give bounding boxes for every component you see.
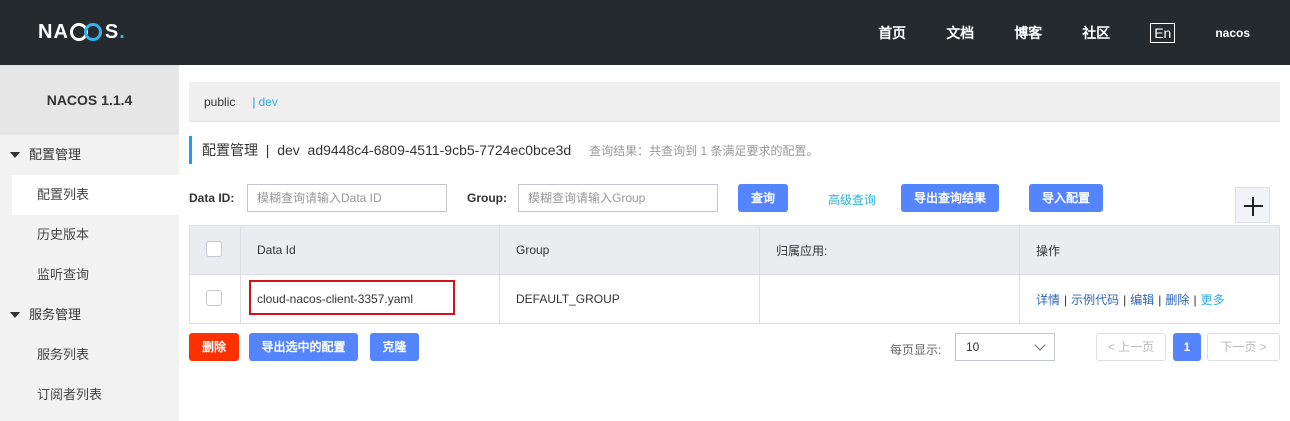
clone-button[interactable]: 克隆 [370,333,419,361]
sidebar-item-listener-query[interactable]: 监听查询 [0,255,179,295]
page-title-row: 配置管理 | dev ad9448c4-6809-4511-9cb5-7724e… [189,136,819,164]
cell-group: DEFAULT_GROUP [499,274,760,324]
sidebar-group-config[interactable]: 配置管理 [0,135,179,175]
import-config-button[interactable]: 导入配置 [1029,184,1104,212]
prev-page-button[interactable]: < 上一页 [1096,333,1166,361]
page-1-button[interactable]: 1 [1173,333,1201,361]
page-title: 配置管理 | dev ad9448c4-6809-4511-9cb5-7724e… [202,142,572,158]
delete-link[interactable]: 删除 [1165,293,1189,307]
dataid-label: Data ID: [189,191,235,205]
nav-blog[interactable]: 博客 [1014,23,1042,43]
nacos-logo[interactable]: NA S. [38,19,126,45]
sidebar-item-subscribers[interactable]: 订阅者列表 [0,375,179,415]
sidebar-group-label: 配置管理 [29,147,82,162]
nav-docs[interactable]: 文档 [946,23,974,43]
select-all-cell [189,225,241,275]
group-input[interactable]: 模糊查询请输入Group [518,184,718,212]
page-size-label: 每页显示: [890,343,942,357]
sidebar-item-history[interactable]: 历史版本 [0,215,179,255]
filter-bar: Data ID: 模糊查询请输入Data ID Group: 模糊查询请输入Gr… [189,183,1284,223]
caret-down-icon [10,312,20,318]
language-switch[interactable]: En [1150,22,1176,43]
page-size-value: 10 [966,340,980,354]
chevron-down-icon [1034,339,1046,351]
select-all-checkbox[interactable] [206,240,222,257]
advanced-query-link[interactable]: 高级查询 [828,191,876,208]
top-bar: NA S. 首页 文档 博客 社区 En nacos [0,0,1290,65]
sidebar-group-service[interactable]: 服务管理 [0,295,179,335]
sample-code-link[interactable]: 示例代码 [1071,293,1119,307]
table-header-row: Data Id Group 归属应用: 操作 [189,225,1280,275]
details-link[interactable]: 详情 [1036,293,1060,307]
cell-actions: 详情 | 示例代码 | 编辑 | 删除 | 更多 [1019,274,1280,324]
group-label: Group: [467,191,507,205]
row-checkbox[interactable] [206,289,222,306]
export-result-button[interactable]: 导出查询结果 [901,184,1000,212]
namespace-separator: | [252,94,256,109]
prev-page-label: 上一页 [1118,340,1155,354]
version-label: NACOS 1.1.4 [0,65,179,135]
col-app: 归属应用: [759,225,1020,275]
add-config-plus-icon[interactable] [1235,187,1270,223]
next-page-label: 下一页 [1220,340,1257,354]
caret-down-icon [10,152,20,158]
nav-community[interactable]: 社区 [1082,23,1110,43]
cell-app [759,274,1020,324]
namespace-public[interactable]: public [204,95,235,109]
bottom-bar: 删除 导出选中的配置 克隆 每页显示: 10 < 上一页 1 下一页 > [189,333,1284,361]
search-button[interactable]: 查询 [738,184,789,212]
query-result-text: 查询结果：共查询到 1 条满足要求的配置。 [589,143,819,158]
user-name[interactable]: nacos [1215,26,1250,40]
chevron-left-icon: < [1107,340,1119,354]
col-group: Group [499,225,760,275]
row-select-cell [189,274,241,324]
delete-button[interactable]: 删除 [189,333,239,361]
page-size-select[interactable]: 10 [955,333,1055,361]
nav-home[interactable]: 首页 [878,23,906,43]
namespace-bar: public | dev [189,82,1280,122]
sidebar: NACOS 1.1.4 配置管理 配置列表 历史版本 监听查询 服务管理 服务列… [0,65,179,421]
export-selected-button[interactable]: 导出选中的配置 [249,333,358,361]
more-link[interactable]: 更多 [1201,293,1225,307]
sidebar-item-config-list[interactable]: 配置列表 [12,175,179,215]
chevron-right-icon: > [1256,340,1267,354]
col-actions: 操作 [1019,225,1280,275]
namespace-dev[interactable]: dev [258,95,277,109]
top-nav: 首页 文档 博客 社区 En nacos [878,0,1290,65]
edit-link[interactable]: 编辑 [1130,293,1154,307]
next-page-button[interactable]: 下一页 > [1207,333,1280,361]
sidebar-item-service-list[interactable]: 服务列表 [0,335,179,375]
col-data-id: Data Id [240,225,500,275]
dataid-input[interactable]: 模糊查询请输入Data ID [247,184,447,212]
highlight-box [249,280,455,315]
sidebar-group-label: 服务管理 [29,307,82,322]
